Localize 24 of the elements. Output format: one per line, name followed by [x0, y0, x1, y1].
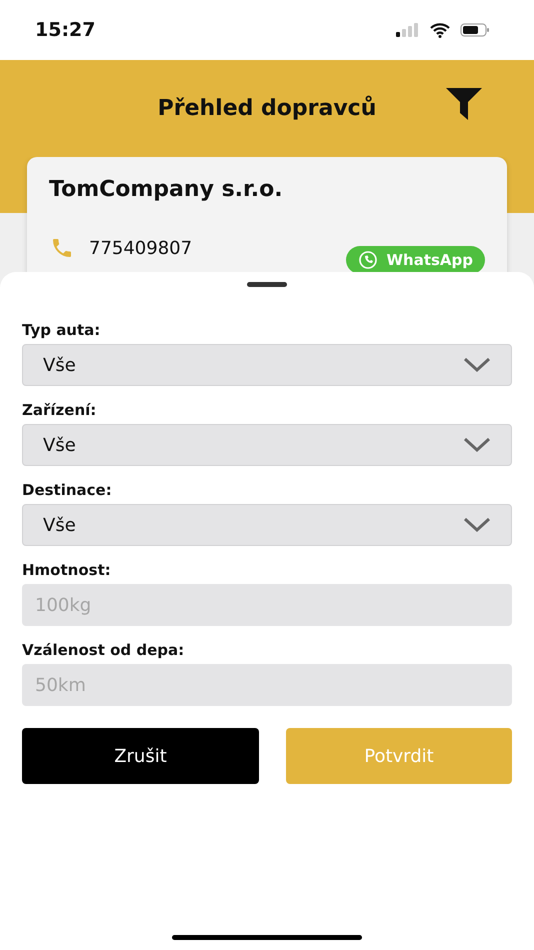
wifi-icon	[430, 22, 450, 38]
company-name: TomCompany s.r.o.	[49, 177, 284, 202]
dropdown[interactable]: Vše	[22, 504, 512, 546]
field-label: Hmotnost:	[22, 561, 112, 579]
chevron-down-icon	[463, 517, 491, 533]
field-label: Vzálenost od depa:	[22, 641, 186, 659]
chat-phone-icon	[358, 250, 378, 270]
cancel-button[interactable]: Zrušit	[22, 728, 259, 784]
chevron-down-icon	[463, 357, 491, 373]
chevron-down-icon	[463, 437, 491, 453]
input-field[interactable]: 50km	[22, 664, 512, 706]
dropdown[interactable]: Vše	[22, 344, 512, 386]
signal-icon	[396, 23, 420, 37]
field-label: Zařízení:	[22, 401, 98, 419]
field-label: Destinace:	[22, 481, 113, 499]
battery-icon	[460, 23, 490, 37]
phone-number: 775409807	[89, 238, 192, 258]
sheet-handle[interactable]	[247, 282, 287, 287]
field-label: Typ auta:	[22, 321, 102, 339]
status-time: 15:27	[35, 19, 96, 41]
dropdown[interactable]: Vše	[22, 424, 512, 466]
input-field[interactable]: 100kg	[22, 584, 512, 626]
page-title: Přehled dopravců	[158, 96, 376, 121]
filter-button[interactable]	[446, 88, 482, 120]
